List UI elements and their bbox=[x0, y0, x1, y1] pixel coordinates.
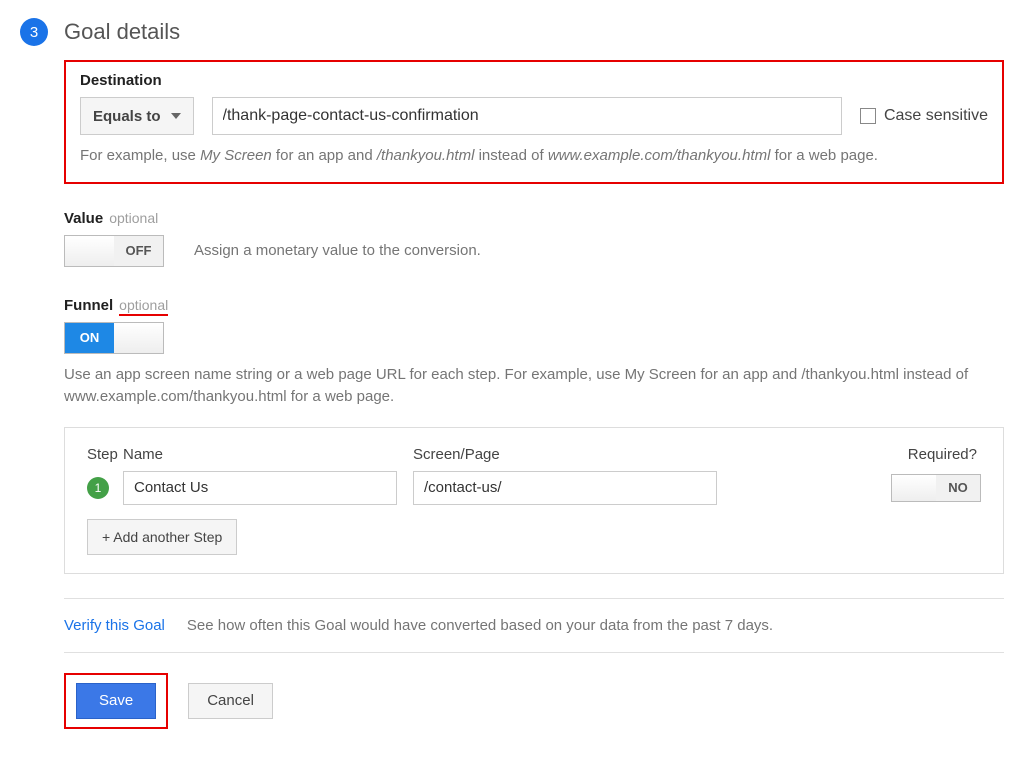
save-highlight-box: Save bbox=[64, 673, 168, 729]
destination-label: Destination bbox=[80, 72, 988, 89]
action-buttons: Save Cancel bbox=[64, 673, 1004, 729]
cancel-button[interactable]: Cancel bbox=[188, 683, 273, 719]
destination-match-dropdown[interactable]: Equals to bbox=[80, 97, 194, 135]
case-sensitive-checkbox[interactable] bbox=[860, 108, 876, 124]
verify-goal-link[interactable]: Verify this Goal bbox=[64, 617, 165, 634]
destination-help-text: For example, use My Screen for an app an… bbox=[80, 145, 988, 168]
funnel-step-number-badge: 1 bbox=[87, 477, 109, 499]
destination-match-value: Equals to bbox=[93, 108, 161, 125]
case-sensitive-label: Case sensitive bbox=[884, 107, 988, 125]
toggle-knob bbox=[65, 236, 114, 266]
funnel-section: Funneloptional ON Use an app screen name… bbox=[64, 297, 1004, 574]
case-sensitive-option[interactable]: Case sensitive bbox=[860, 107, 988, 125]
value-toggle[interactable]: OFF bbox=[64, 235, 164, 267]
divider bbox=[64, 598, 1004, 599]
toggle-knob bbox=[114, 323, 163, 353]
funnel-label: Funneloptional bbox=[64, 297, 1004, 314]
save-button[interactable]: Save bbox=[76, 683, 156, 719]
chevron-down-icon bbox=[171, 113, 181, 119]
funnel-toggle[interactable]: ON bbox=[64, 322, 164, 354]
value-toggle-state: OFF bbox=[114, 236, 163, 266]
funnel-step-required-state: NO bbox=[936, 475, 980, 501]
add-step-button[interactable]: + Add another Step bbox=[87, 519, 237, 555]
step-title: Goal details bbox=[64, 19, 180, 45]
funnel-help-text: Use an app screen name string or a web p… bbox=[64, 364, 1004, 409]
verify-description: See how often this Goal would have conve… bbox=[187, 617, 773, 634]
funnel-steps-box: Step Name Screen/Page Required? 1 NO + A… bbox=[64, 427, 1004, 574]
toggle-knob bbox=[892, 475, 936, 501]
funnel-step-required-toggle[interactable]: NO bbox=[891, 474, 981, 502]
value-description: Assign a monetary value to the conversio… bbox=[194, 242, 481, 259]
value-label: Valueoptional bbox=[64, 210, 1004, 227]
value-section: Valueoptional OFF Assign a monetary valu… bbox=[64, 210, 1004, 267]
step-number-badge: 3 bbox=[20, 18, 48, 46]
destination-url-input[interactable] bbox=[212, 97, 842, 135]
destination-highlight-box: Destination Equals to Case sensitive For… bbox=[64, 60, 1004, 184]
funnel-step-row: 1 NO bbox=[87, 471, 981, 505]
funnel-step-name-input[interactable] bbox=[123, 471, 397, 505]
funnel-toggle-state: ON bbox=[65, 323, 114, 353]
funnel-step-screen-input[interactable] bbox=[413, 471, 717, 505]
step-header: 3 Goal details bbox=[20, 0, 1004, 60]
funnel-columns-header: Step Name Screen/Page Required? bbox=[87, 446, 981, 463]
verify-row: Verify this Goal See how often this Goal… bbox=[64, 617, 1004, 653]
